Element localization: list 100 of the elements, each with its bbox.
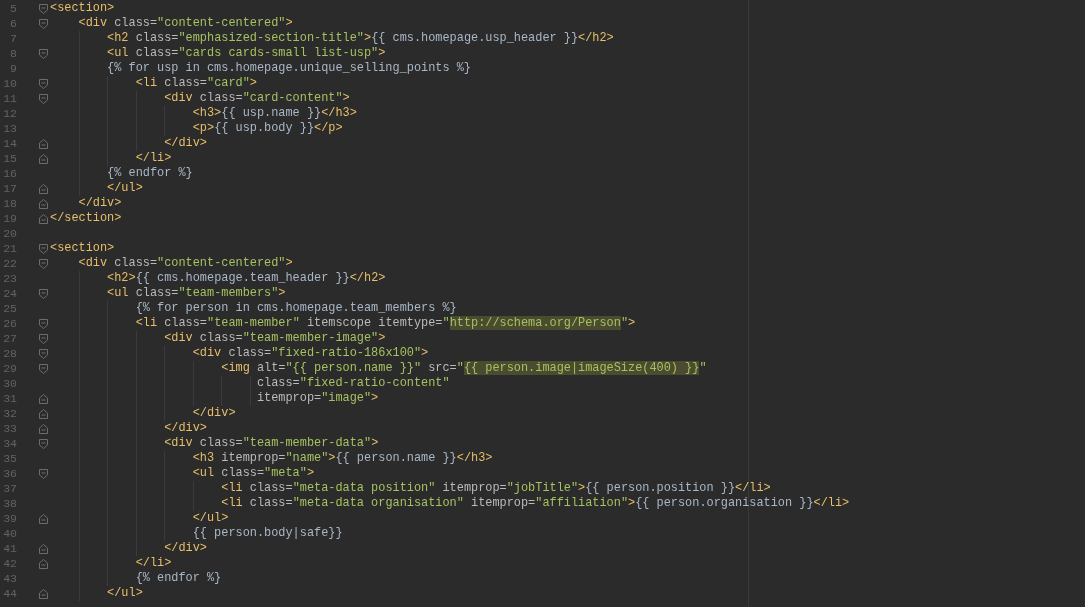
fold-end-icon[interactable] [39, 408, 48, 419]
code-line: {% for usp in cms.homepage.unique_selling_points %} [106, 61, 471, 76]
code-line: <h3>{{ usp.name }}</h3> [191, 106, 357, 121]
line-number: 23 [2, 271, 17, 286]
fold-start-icon[interactable] [39, 333, 48, 344]
line-number: 12 [2, 106, 17, 121]
fold-start-icon[interactable] [39, 468, 48, 479]
code-line: <div class="team-member-image"> [163, 331, 386, 346]
line-number: 36 [2, 466, 17, 481]
fold-start-icon[interactable] [39, 3, 48, 14]
code-line: {% endfor %} [106, 166, 193, 181]
line-number: 42 [2, 556, 17, 571]
line-number: 25 [2, 301, 17, 316]
line-number: 16 [2, 166, 17, 181]
fold-start-icon[interactable] [39, 243, 48, 254]
fold-start-icon[interactable] [39, 93, 48, 104]
fold-end-icon[interactable] [39, 588, 48, 599]
code-line: </div> [163, 421, 207, 436]
code-line: </div> [163, 136, 207, 151]
line-number: 17 [2, 181, 17, 196]
fold-end-icon[interactable] [39, 213, 48, 224]
code-line: <ul class="meta"> [191, 466, 315, 481]
code-line: itemprop="image"> [255, 391, 379, 406]
line-number: 15 [2, 151, 17, 166]
code-line: <ul class="team-members"> [106, 286, 286, 301]
line-number: 41 [2, 541, 17, 556]
code-line: class="fixed-ratio-content" [255, 376, 450, 391]
code-line: </div> [191, 406, 236, 421]
line-number: 19 [2, 211, 17, 226]
code-line: </ul> [191, 511, 229, 526]
code-line: </li> [134, 151, 172, 166]
line-number: 40 [2, 526, 17, 541]
code-line: <div class="content-centered"> [77, 16, 293, 31]
code-line: <section> [50, 241, 115, 256]
line-number: 13 [2, 121, 17, 136]
fold-end-icon[interactable] [39, 423, 48, 434]
fold-start-icon[interactable] [39, 18, 48, 29]
code-line: <div class="card-content"> [163, 91, 350, 106]
code-line: <h2>{{ cms.homepage.team_header }}</h2> [106, 271, 386, 286]
code-line: <div class="content-centered"> [77, 256, 293, 271]
line-number: 27 [2, 331, 17, 346]
line-number: 5 [9, 1, 17, 16]
line-number: 37 [2, 481, 17, 496]
code-line: <h2 class="emphasized-section-title">{{ cms.homepage.usp_header }}</h2> [106, 31, 614, 46]
code-line: <li class="meta-data organisation" itemprop="affiliation">{{ person.organisation }}</li> [220, 496, 850, 511]
code-line: </li> [134, 556, 172, 571]
code-line: <p>{{ usp.body }}</p> [191, 121, 343, 136]
fold-end-icon[interactable] [39, 153, 48, 164]
line-number: 34 [2, 436, 17, 451]
code-line: </div> [77, 196, 122, 211]
code-line: <div class="fixed-ratio-186x100"> [191, 346, 429, 361]
line-number: 24 [2, 286, 17, 301]
line-number: 28 [2, 346, 17, 361]
fold-end-icon[interactable] [39, 558, 48, 569]
line-number: 22 [2, 256, 17, 271]
fold-start-icon[interactable] [39, 288, 48, 299]
code-line: <li class="meta-data position" itemprop="jobTitle">{{ person.position }}</li> [220, 481, 771, 496]
fold-start-icon[interactable] [39, 363, 48, 374]
line-number: 32 [2, 406, 17, 421]
line-number: 31 [2, 391, 17, 406]
fold-start-icon[interactable] [39, 78, 48, 89]
code-line: <li class="card"> [134, 76, 257, 91]
line-number: 30 [2, 376, 17, 391]
code-line: </div> [163, 541, 207, 556]
code-line: <li class="team-member" itemscope itemtype="http://schema.org/Person"> [134, 316, 636, 331]
line-number: 9 [9, 61, 17, 76]
line-number: 14 [2, 136, 17, 151]
fold-end-icon[interactable] [39, 138, 48, 149]
line-number: 10 [2, 76, 17, 91]
fold-start-icon[interactable] [39, 438, 48, 449]
code-line: {% endfor %} [134, 571, 222, 586]
fold-start-icon[interactable] [39, 258, 48, 269]
code-line: </section> [50, 211, 122, 226]
line-number: 26 [2, 316, 17, 331]
code-line: <div class="team-member-data"> [163, 436, 379, 451]
line-number: 29 [2, 361, 17, 376]
code-line: <h3 itemprop="name">{{ person.name }}</h3> [191, 451, 493, 466]
fold-end-icon[interactable] [39, 198, 48, 209]
fold-end-icon[interactable] [39, 393, 48, 404]
code-line: <section> [50, 1, 115, 16]
line-number: 44 [2, 586, 17, 601]
line-number: 8 [9, 46, 17, 61]
code-line: <ul class="cards cards-small list-usp"> [106, 46, 386, 61]
code-line: <img alt="{{ person.name }}" src="{{ person.image|imageSize(400) }}" [220, 361, 707, 376]
line-number: 33 [2, 421, 17, 436]
code-line: {% for person in cms.homepage.team_members %} [134, 301, 457, 316]
line-number: 43 [2, 571, 17, 586]
fold-start-icon[interactable] [39, 48, 48, 59]
line-number: 7 [9, 31, 17, 46]
fold-end-icon[interactable] [39, 543, 48, 554]
line-number: 38 [2, 496, 17, 511]
fold-start-icon[interactable] [39, 348, 48, 359]
code-line: </ul> [106, 586, 143, 601]
fold-end-icon[interactable] [39, 183, 48, 194]
fold-start-icon[interactable] [39, 318, 48, 329]
line-number: 6 [9, 16, 17, 31]
line-number: 39 [2, 511, 17, 526]
fold-end-icon[interactable] [39, 513, 48, 524]
line-number: 35 [2, 451, 17, 466]
code-line: {{ person.body|safe}} [191, 526, 343, 541]
